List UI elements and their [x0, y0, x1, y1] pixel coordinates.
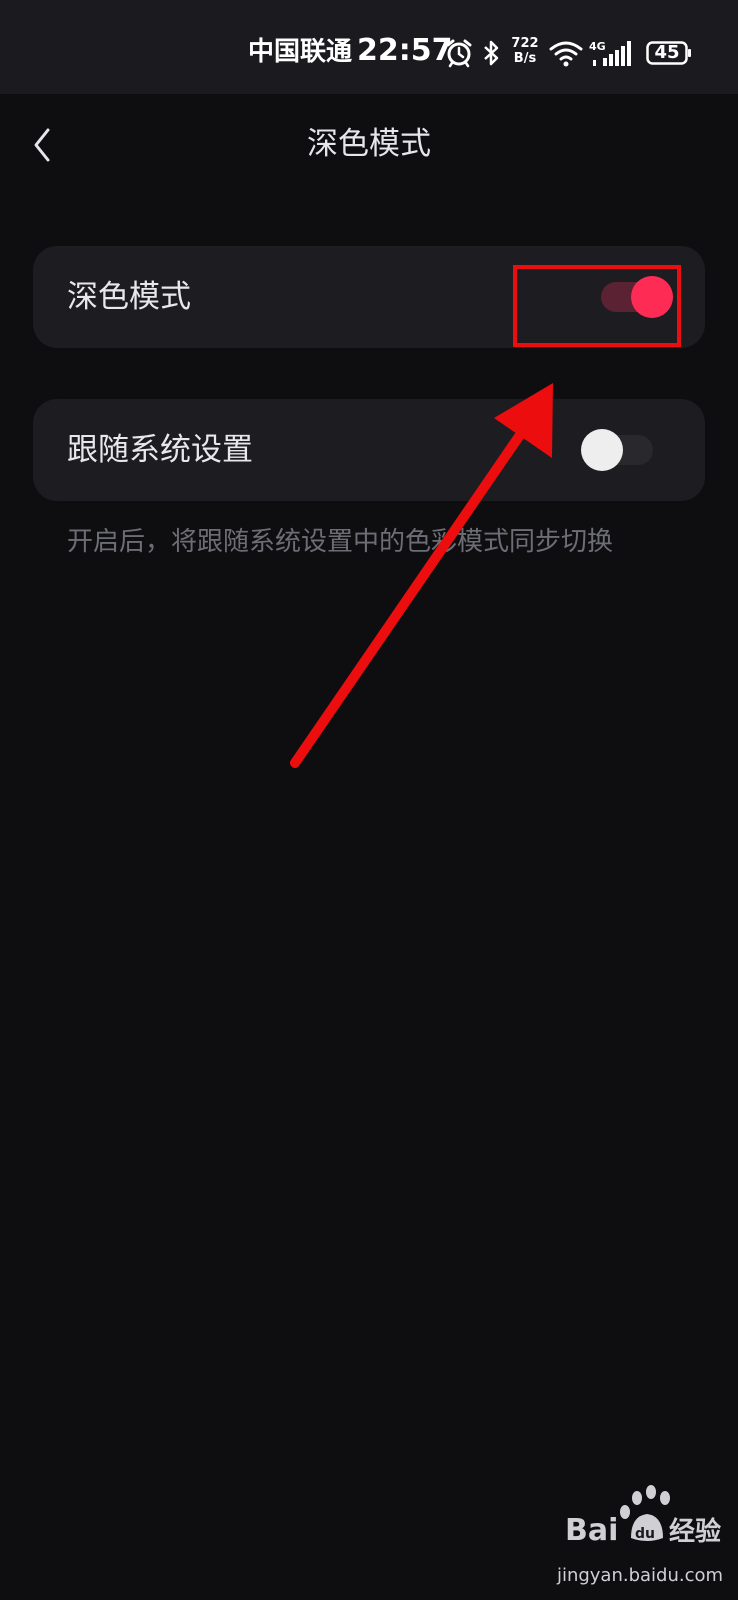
dark-mode-label: 深色模式	[67, 279, 191, 315]
follow-system-hint-text: 开启后，将跟随系统设置中的色彩模式同步切换	[67, 527, 614, 557]
svg-text:Bai: Bai	[565, 1513, 618, 1548]
network-speed-value: 722	[511, 36, 539, 51]
follow-system-label: 跟随系统设置	[67, 432, 253, 468]
follow-system-setting-row[interactable]: 跟随系统设置	[33, 399, 705, 501]
page-title: 深色模式	[307, 126, 431, 162]
bluetooth-icon	[484, 40, 499, 66]
network-speed-unit: B/s	[513, 51, 537, 66]
alarm-icon	[446, 39, 472, 68]
battery-icon: 45	[646, 41, 692, 65]
carrier-name: 中国联通	[248, 37, 353, 67]
follow-system-toggle[interactable]	[581, 429, 653, 471]
dark-mode-settings-screen: 中国联通 22:57 722 B/s 4G 45 深色模式 深色模式 跟随系统设…	[0, 0, 738, 1600]
annotation-highlight-box	[513, 265, 681, 347]
network-type-label: 4G	[589, 40, 606, 53]
svg-text:du: du	[635, 1526, 655, 1542]
status-bar: 中国联通 22:57 722 B/s 4G 45	[0, 0, 738, 94]
baidu-logo-icon: Bai du 经验	[565, 1485, 721, 1548]
baidu-jingyan-watermark: Bai du 经验 jingyan.baidu.com	[555, 1478, 725, 1596]
clock-time: 22:57	[357, 33, 453, 68]
wifi-icon	[549, 41, 583, 67]
annotation-arrow-icon	[290, 383, 553, 768]
network-speed-indicator: 722 B/s	[510, 36, 540, 66]
battery-level: 45	[654, 42, 680, 63]
svg-text:经验: 经验	[669, 1516, 721, 1547]
watermark-url: jingyan.baidu.com	[556, 1565, 724, 1586]
cellular-signal-icon: 4G	[589, 40, 631, 66]
toggle-knob	[581, 429, 623, 471]
